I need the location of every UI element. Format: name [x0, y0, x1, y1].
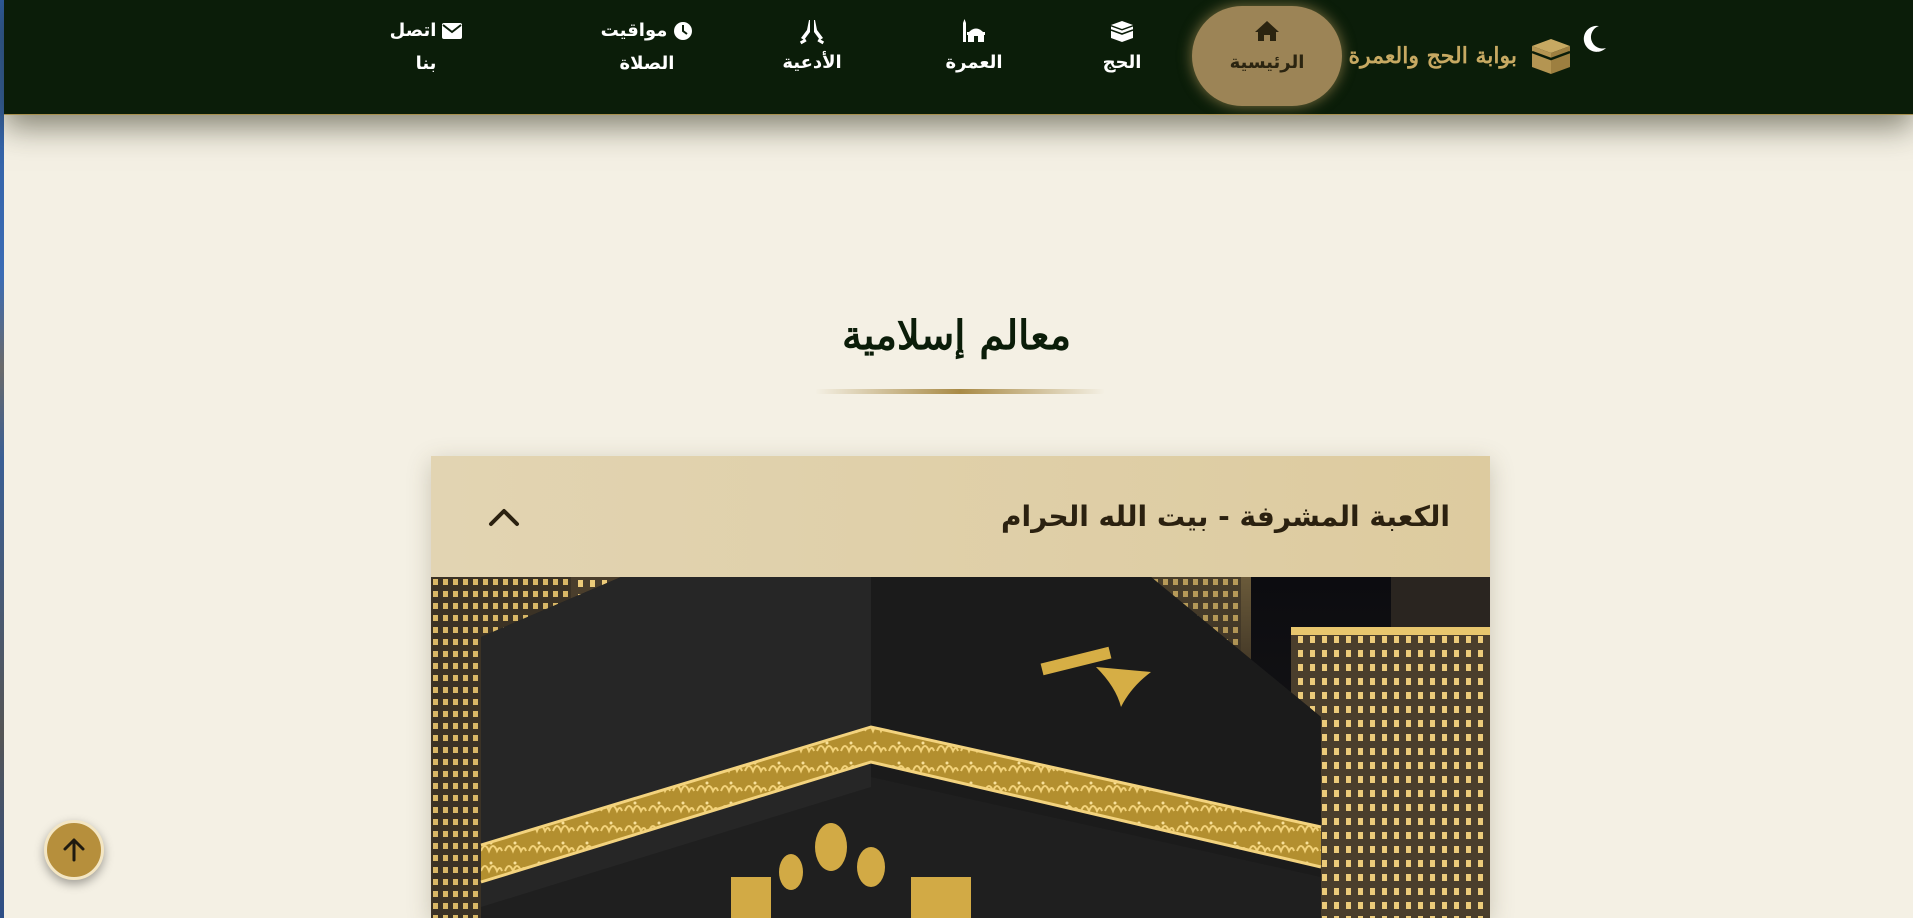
landmark-accordion-card: الكعبة المشرفة - بيت الله الحرام	[431, 456, 1490, 918]
back-to-top-button[interactable]	[44, 820, 104, 880]
nav-prayer-times-label-line2: الصلاة	[619, 53, 675, 74]
nav-umrah[interactable]: العمرة	[899, 6, 1049, 106]
chevron-up-icon[interactable]	[487, 506, 521, 528]
envelope-icon	[442, 22, 463, 39]
kaaba-photo	[431, 577, 1490, 918]
nav-prayer-times[interactable]: مواقيت الصلاة	[572, 6, 722, 106]
brand-logo[interactable]: بوابة الحج والعمرة	[1349, 36, 1574, 76]
mosque-icon	[963, 19, 985, 42]
nav-duas-label: الأدعية	[782, 52, 842, 73]
top-navbar: بوابة الحج والعمرة الرئيسية الحج العمرة	[4, 0, 1913, 115]
clock-icon	[674, 21, 693, 40]
praying-hands-icon	[799, 20, 825, 45]
nav-prayer-times-label-line1: مواقيت	[600, 20, 668, 41]
nav-hajj[interactable]: الحج	[1047, 6, 1197, 106]
nav-home-label: الرئيسية	[1229, 52, 1305, 73]
kaaba-icon	[1110, 21, 1134, 42]
kaaba-icon	[1531, 39, 1571, 74]
accordion-header[interactable]: الكعبة المشرفة - بيت الله الحرام	[431, 456, 1490, 577]
accordion-title: الكعبة المشرفة - بيت الله الحرام	[1000, 500, 1450, 533]
nav-contact[interactable]: اتصل بنا	[351, 6, 501, 106]
nav-umrah-label: العمرة	[945, 52, 1003, 73]
window-edge-strip	[0, 0, 4, 918]
arrow-up-icon	[63, 838, 85, 862]
nav-contact-label-line2: بنا	[415, 53, 437, 74]
nav-home[interactable]: الرئيسية	[1192, 6, 1342, 106]
title-underline	[815, 389, 1105, 394]
brand-title: بوابة الحج والعمرة	[1348, 43, 1518, 69]
section-title: معالم إسلامية	[841, 312, 1072, 359]
moon-icon[interactable]	[1582, 24, 1608, 54]
nav-hajj-label: الحج	[1102, 52, 1142, 73]
home-icon	[1255, 21, 1279, 41]
nav-contact-label-line1: اتصل	[389, 20, 437, 41]
nav-duas[interactable]: الأدعية	[737, 6, 887, 106]
